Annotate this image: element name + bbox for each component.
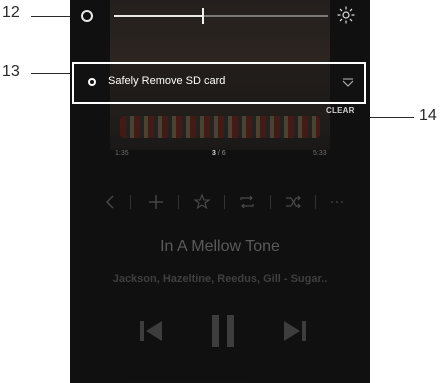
clear-button[interactable]: CLEAR [326, 106, 355, 115]
song-title: In A Mellow Tone [160, 238, 280, 255]
divider [178, 195, 179, 209]
divider [315, 195, 316, 209]
star-icon[interactable] [192, 192, 212, 212]
callout-14-line [370, 117, 414, 118]
skip-next-icon[interactable] [282, 313, 308, 349]
total-time: 5:33 [313, 150, 327, 157]
song-artist: Jackson, Hazeltine, Reedus, Gill - Sugar… [112, 273, 328, 285]
brightness-bar [70, 0, 370, 32]
more-icon[interactable] [327, 192, 347, 212]
shuffle-icon[interactable] [283, 192, 303, 212]
plus-icon[interactable] [146, 192, 166, 212]
callout-12: 12 [2, 4, 20, 21]
callout-13: 13 [2, 63, 20, 80]
circle-icon [88, 78, 96, 86]
skip-previous-icon[interactable] [138, 313, 164, 349]
brightness-slider[interactable] [114, 15, 328, 17]
divider [130, 195, 131, 209]
brightness-slider-thumb[interactable] [201, 8, 204, 24]
chevron-left-icon[interactable] [100, 192, 120, 212]
player-screen: Safely Remove SD card CLEAR 1:35 3 / 6 5… [70, 0, 370, 383]
sd-label: Safely Remove SD card [108, 75, 226, 87]
safely-remove-sd-button[interactable]: Safely Remove SD card [72, 62, 366, 104]
repeat-icon[interactable] [237, 192, 257, 212]
divider [270, 195, 271, 209]
track-total: 6 [221, 150, 226, 157]
playback-options [100, 192, 345, 214]
divider [224, 195, 225, 209]
callout-14: 14 [419, 107, 437, 124]
pause-icon[interactable] [210, 313, 236, 349]
track-counter: 3 / 6 [212, 150, 226, 157]
elapsed-time: 1:35 [115, 150, 129, 157]
chevron-down-icon[interactable] [342, 76, 354, 88]
sun-icon[interactable] [336, 5, 356, 25]
brightness-slider-fill [114, 15, 202, 17]
callout-13-line [31, 73, 71, 74]
circle-icon[interactable] [81, 10, 93, 22]
